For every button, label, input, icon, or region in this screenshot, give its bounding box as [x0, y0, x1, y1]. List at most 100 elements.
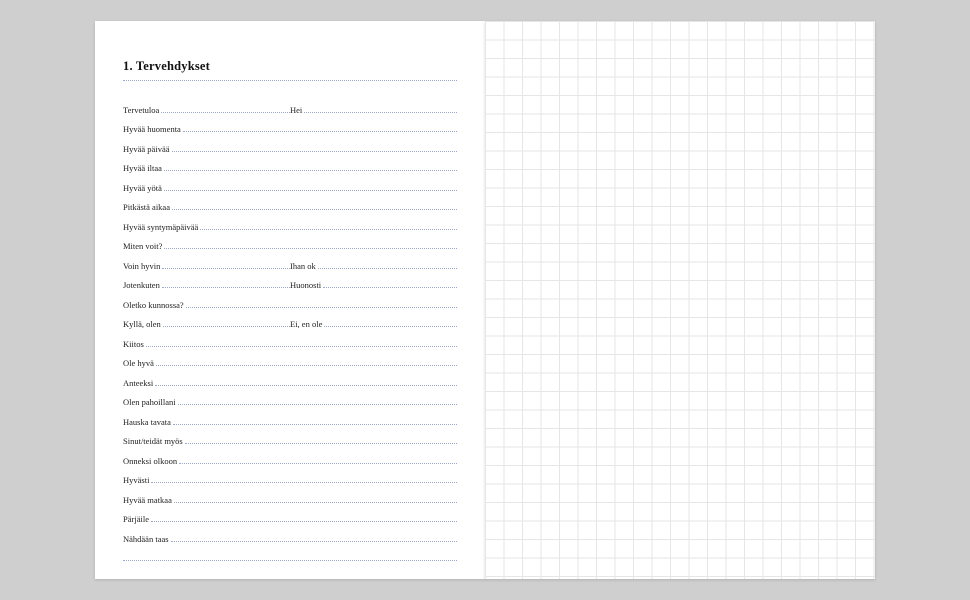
- dotted-fill: [146, 346, 457, 347]
- dotted-fill: [172, 151, 458, 152]
- vocab-row: Olen pahoillani: [123, 388, 457, 408]
- vocab-row: Kyllä, olen Ei, en ole: [123, 310, 457, 330]
- vocab-label: Voin hyvin: [123, 261, 162, 271]
- vocab-row: Kiitos: [123, 329, 457, 349]
- vocab-cell: Oletko kunnossa?: [123, 300, 457, 310]
- vocab-cell: Hyvää yötä: [123, 183, 457, 193]
- vocab-cell: Ihan ok: [290, 261, 457, 271]
- vocab-label: Tervetuloa: [123, 105, 161, 115]
- vocab-cell: Hyvää matkaa: [123, 495, 457, 505]
- vocab-cell: Jotenkuten: [123, 280, 290, 290]
- dotted-fill: [324, 326, 457, 327]
- dotted-fill: [318, 268, 457, 269]
- vocab-label: Hyvää yötä: [123, 183, 164, 193]
- section-title: 1. Tervehdykset: [123, 59, 457, 74]
- vocab-label: Hyvää huomenta: [123, 124, 183, 134]
- vocab-cell: Voin hyvin: [123, 261, 290, 271]
- dotted-fill: [162, 287, 290, 288]
- vocab-label: Ole hyvä: [123, 358, 156, 368]
- dotted-fill: [183, 131, 457, 132]
- dotted-fill: [162, 268, 290, 269]
- dotted-fill: [164, 248, 457, 249]
- vocab-row: Ole hyvä: [123, 349, 457, 369]
- dotted-fill: [173, 424, 457, 425]
- vocab-label: Nähdään taas: [123, 534, 171, 544]
- dotted-fill: [179, 463, 457, 464]
- dotted-fill: [156, 365, 457, 366]
- vocab-label: Oletko kunnossa?: [123, 300, 186, 310]
- vocab-label: Hei: [290, 105, 304, 115]
- vocab-label: Olen pahoillani: [123, 397, 178, 407]
- vocab-row: Anteeksi: [123, 368, 457, 388]
- vocab-row: Nähdään taas: [123, 524, 457, 544]
- vocab-cell: Anteeksi: [123, 378, 457, 388]
- vocab-row: Tervetuloa Hei: [123, 95, 457, 115]
- vocab-row: Oletko kunnossa?: [123, 290, 457, 310]
- vocab-label: Kiitos: [123, 339, 146, 349]
- vocab-label: Hyvää matkaa: [123, 495, 174, 505]
- vocab-label: Huonosti: [290, 280, 323, 290]
- vocab-label: Hyvää syntymäpäivää: [123, 222, 200, 232]
- vocab-row: Hyvää huomenta: [123, 115, 457, 135]
- vocab-cell: Kiitos: [123, 339, 457, 349]
- vocab-label: Hyvää iltaa: [123, 163, 164, 173]
- dotted-fill: [151, 482, 457, 483]
- vocab-row: Hyvää yötä: [123, 173, 457, 193]
- vocab-label: Kyllä, olen: [123, 319, 163, 329]
- vocab-cell: Huonosti: [290, 280, 457, 290]
- vocab-row: Jotenkuten Huonosti: [123, 271, 457, 291]
- vocab-cell: Sinut/teidät myös: [123, 436, 457, 446]
- vocab-label: Pärjäile: [123, 514, 151, 524]
- vocab-cell: Olen pahoillani: [123, 397, 457, 407]
- dotted-fill: [200, 229, 457, 230]
- vocab-cell: Hyvästi: [123, 475, 457, 485]
- vocab-label: Hauska tavata: [123, 417, 173, 427]
- vocab-cell: Hauska tavata: [123, 417, 457, 427]
- vocab-row: Sinut/teidät myös: [123, 427, 457, 447]
- dotted-fill: [323, 287, 457, 288]
- vocab-row: Hyvää syntymäpäivää: [123, 212, 457, 232]
- vocab-cell: Nähdään taas: [123, 534, 457, 544]
- vocab-label: Pitkästä aikaa: [123, 202, 172, 212]
- vocab-row: Pitkästä aikaa: [123, 193, 457, 213]
- dotted-fill: [164, 170, 457, 171]
- vocab-row: Miten voit?: [123, 232, 457, 252]
- vocab-row: Hyvää iltaa: [123, 154, 457, 174]
- vocab-label: Ei, en ole: [290, 319, 324, 329]
- vocab-label: Sinut/teidät myös: [123, 436, 185, 446]
- vocab-row: Onneksi olkoon: [123, 446, 457, 466]
- vocab-cell: Hyvää huomenta: [123, 124, 457, 134]
- vocab-cell: Hyvää iltaa: [123, 163, 457, 173]
- vocab-cell: Onneksi olkoon: [123, 456, 457, 466]
- vocab-label: Anteeksi: [123, 378, 155, 388]
- dotted-fill: [171, 541, 457, 542]
- vocab-row: [123, 544, 457, 564]
- vocab-cell: Hyvää syntymäpäivää: [123, 222, 457, 232]
- vocab-row: Voin hyvin Ihan ok: [123, 251, 457, 271]
- dotted-fill: [151, 521, 457, 522]
- vocab-cell: Hei: [290, 105, 457, 115]
- vocab-cell: Ole hyvä: [123, 358, 457, 368]
- vocab-row: Hyvää päivää: [123, 134, 457, 154]
- dotted-fill: [185, 443, 457, 444]
- dotted-fill: [163, 326, 290, 327]
- vocab-label: Jotenkuten: [123, 280, 162, 290]
- vocab-cell: Tervetuloa: [123, 105, 290, 115]
- vocab-label: Onneksi olkoon: [123, 456, 179, 466]
- vocab-rows: Tervetuloa Hei Hyvää huomenta Hyvää päivää H…: [123, 95, 457, 563]
- dotted-fill: [304, 112, 457, 113]
- dotted-fill: [123, 560, 457, 561]
- vocab-label: Hyvää päivää: [123, 144, 172, 154]
- vocab-cell: [123, 560, 457, 563]
- vocab-cell: Kyllä, olen: [123, 319, 290, 329]
- vocab-row: Hauska tavata: [123, 407, 457, 427]
- dotted-fill: [161, 112, 290, 113]
- dotted-fill: [186, 307, 457, 308]
- dotted-fill: [164, 190, 457, 191]
- vocab-cell: Pärjäile: [123, 514, 457, 524]
- dotted-fill: [155, 385, 457, 386]
- vocab-cell: Hyvää päivää: [123, 144, 457, 154]
- vocab-cell: Ei, en ole: [290, 319, 457, 329]
- vocab-row: Hyvää matkaa: [123, 485, 457, 505]
- vocab-label: Ihan ok: [290, 261, 318, 271]
